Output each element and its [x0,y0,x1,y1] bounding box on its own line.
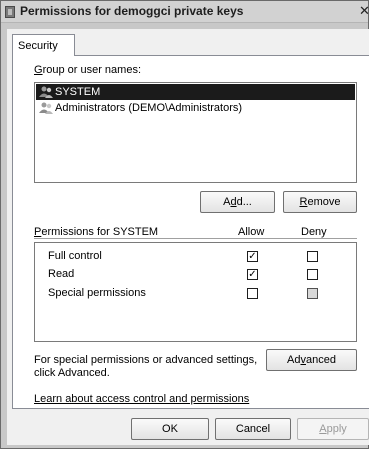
remove-label-rest: emove [307,196,341,208]
advanced-button[interactable]: Advanced [266,349,357,371]
list-item-label: Administrators (DEMO\Administrators) [55,102,243,114]
full-control-deny-checkbox[interactable] [307,251,318,262]
apply-label-accel: A [319,423,327,435]
advanced-note-line1: For special permissions or advanced sett… [34,354,258,366]
permissions-dialog: Permissions for demoggci private keys ✕ … [0,0,369,449]
user-list[interactable]: SYSTEM Administrators (DEMO\Administrato… [34,82,357,183]
add-button[interactable]: Add... [200,191,275,213]
user-group-icon [39,86,53,98]
advanced-label-pre: Ad [287,354,301,366]
perm-name-special: Special permissions [48,287,146,299]
group-label-accel: G [34,64,43,76]
learn-more-link[interactable]: Learn about access control and permissio… [34,393,249,405]
permissions-label: Permissions for SYSTEM [34,226,158,238]
perm-name-full-control: Full control [48,250,102,262]
add-label-post: d... [236,196,252,208]
key-icon [5,6,15,18]
group-user-names-label: Group or user names: [34,64,141,76]
permissions-label-rest: ermissions for SYSTEM [41,226,159,238]
apply-label-rest: pply [326,423,347,435]
cancel-button[interactable]: Cancel [215,418,291,440]
advanced-label-post: anced [305,354,336,366]
title-bar[interactable]: Permissions for demoggci private keys ✕ [1,1,369,23]
group-label-rest: roup or user names: [42,64,141,76]
special-deny-checkbox[interactable] [307,288,318,299]
allow-column-header: Allow [238,226,265,238]
advanced-note-line2: click Advanced. [34,367,110,379]
read-allow-checkbox[interactable]: ✓ [247,269,258,280]
full-control-allow-checkbox[interactable]: ✓ [247,251,258,262]
special-allow-checkbox[interactable] [247,288,258,299]
list-item-system[interactable]: SYSTEM [36,84,355,100]
perm-name-read: Read [48,268,75,280]
list-item-label: SYSTEM [55,86,101,98]
user-group-icon [39,102,53,114]
list-item-administrators[interactable]: Administrators (DEMO\Administrators) [36,100,355,116]
read-deny-checkbox[interactable] [307,269,318,280]
permissions-header-divider [34,238,357,239]
close-button[interactable]: ✕ [359,4,369,18]
ok-button[interactable]: OK [131,418,209,440]
tab-security[interactable]: Security [12,34,75,56]
window-title: Permissions for demoggci private keys [20,4,244,18]
remove-button[interactable]: Remove [283,191,357,213]
deny-column-header: Deny [301,226,327,238]
apply-button[interactable]: Apply [297,418,369,440]
